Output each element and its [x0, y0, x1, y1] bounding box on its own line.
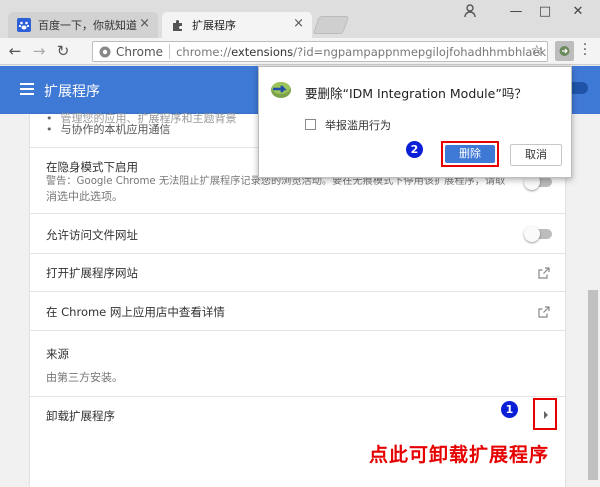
file-urls-title: 允许访问文件网址 [46, 228, 138, 242]
open-site-link[interactable]: 打开扩展程序网站 [46, 265, 138, 281]
open-in-new-icon[interactable] [538, 267, 550, 279]
url-text[interactable]: chrome://extensions/?id=ngpampappnmepgil… [170, 45, 546, 59]
incognito-warning-line: 消选中此选项。 [46, 190, 123, 203]
page-title: 扩展程序 [44, 84, 100, 100]
bookmark-star-icon[interactable]: ☆ [530, 43, 543, 59]
chrome-label: Chrome [116, 44, 164, 59]
new-tab-button[interactable] [312, 16, 350, 34]
file-urls-toggle[interactable] [524, 226, 552, 242]
delete-button[interactable]: 删除 [445, 145, 495, 163]
menu-kebab-icon[interactable]: · · · [581, 38, 589, 62]
incognito-warning: 警告：Google Chrome 无法阻止扩展程序记录您的浏览活动。要在无痕模式… [46, 174, 526, 204]
idm-extension-icon [559, 46, 570, 56]
forward-icon[interactable]: → [30, 42, 48, 60]
tab-close-icon[interactable]: × [139, 16, 150, 31]
source-value: 由第三方安装。 [46, 371, 123, 384]
scrollbar-thumb[interactable] [588, 290, 598, 480]
extension-button[interactable] [555, 41, 574, 61]
report-abuse-label[interactable]: 举报滥用行为 [325, 117, 391, 133]
chrome-page-icon [99, 46, 111, 57]
divider [30, 291, 565, 292]
address-bar[interactable]: Chrome chrome://extensions/?id=ngpampapp… [92, 41, 548, 62]
step-badge-1: 1 [501, 401, 518, 418]
reload-icon[interactable]: ↻ [54, 42, 72, 60]
report-abuse-checkbox[interactable] [305, 119, 316, 130]
step-badge-2: 2 [406, 141, 423, 158]
idm-logo-icon [271, 82, 291, 98]
divider [30, 396, 565, 397]
hamburger-menu-icon[interactable] [20, 83, 34, 95]
source-title: 来源 [46, 347, 69, 361]
webstore-link[interactable]: 在 Chrome 网上应用店中查看详情 [46, 304, 225, 320]
tab-label: 百度一下，你就知道 [38, 19, 137, 32]
divider [30, 330, 565, 331]
remove-extension-dialog: 要删除“IDM Integration Module”吗？ 举报滥用行为 删除 … [258, 66, 572, 178]
url-host: extensions [231, 44, 294, 59]
baidu-paw-icon [17, 18, 31, 32]
uninstall-title: 卸载扩展程序 [46, 409, 115, 423]
dialog-title: 要删除“IDM Integration Module”吗？ [305, 86, 527, 101]
puzzle-icon [171, 18, 185, 32]
permission-item: 与协作的本机应用通信 [46, 121, 171, 137]
minimize-icon[interactable]: — [506, 4, 526, 20]
divider [30, 253, 565, 254]
divider [30, 213, 565, 214]
cancel-button[interactable]: 取消 [510, 144, 562, 166]
tab-close-icon[interactable]: × [293, 16, 304, 31]
annotation-callout: 点此可卸载扩展程序 [369, 444, 550, 466]
open-in-new-icon[interactable] [538, 306, 550, 318]
chevron-right-icon [544, 411, 548, 419]
title-bar: 百度一下，你就知道 × 扩展程序 × — □ ✕ [0, 0, 600, 38]
tab-baidu[interactable]: 百度一下，你就知道 × [8, 12, 158, 38]
maximize-icon[interactable]: □ [535, 4, 555, 20]
uninstall-button[interactable] [533, 398, 557, 430]
profile-icon[interactable] [460, 4, 480, 20]
url-path: /?id=ngpampappnmepgilojfohadhhmbhlaek [293, 44, 547, 59]
close-window-icon[interactable]: ✕ [568, 4, 588, 20]
chrome-chip[interactable]: Chrome [93, 44, 171, 59]
browser-toolbar: ← → ↻ Chrome chrome://extensions/?id=ngp… [0, 38, 600, 65]
tab-label: 扩展程序 [192, 19, 236, 32]
incognito-title: 在隐身模式下启用 [46, 160, 138, 174]
back-icon[interactable]: ← [6, 42, 24, 60]
url-scheme: chrome:// [176, 44, 232, 59]
incognito-toggle[interactable] [524, 174, 552, 190]
tab-extensions[interactable]: 扩展程序 × [162, 12, 312, 38]
